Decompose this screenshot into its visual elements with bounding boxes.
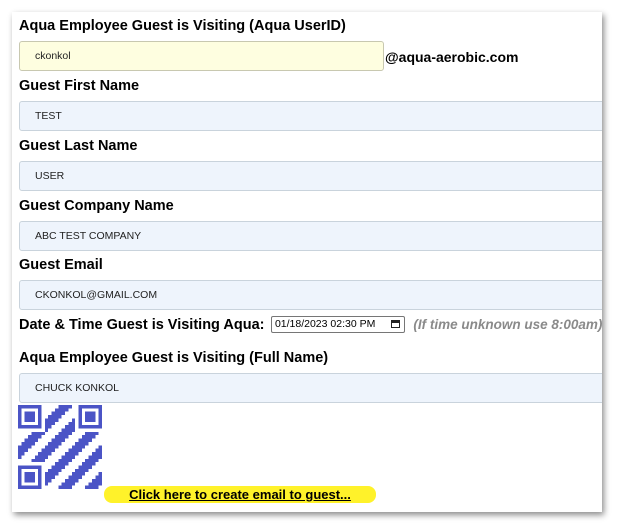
calendar-icon[interactable] [390, 320, 400, 329]
email-input[interactable]: CKONKOL@GMAIL.COM [19, 280, 602, 310]
first-name-label: Guest First Name [19, 78, 140, 94]
company-label: Guest Company Name [19, 198, 174, 214]
guest-visit-form: Aqua Employee Guest is Visiting (Aqua Us… [12, 12, 602, 512]
last-name-input[interactable]: USER [19, 161, 602, 191]
userid-domain: @aqua-aerobic.com [385, 49, 519, 65]
fullname-input[interactable]: CHUCK KONKOL [19, 373, 602, 403]
last-name-label: Guest Last Name [19, 138, 138, 154]
datetime-input[interactable]: 01/18/2023 02:30 PM [270, 316, 405, 334]
userid-input[interactable]: ckonkol [19, 41, 384, 71]
first-name-input[interactable]: TEST [19, 101, 602, 131]
qr-code-icon [18, 405, 102, 489]
datetime-label: Date & Time Guest is Visiting Aqua: [19, 316, 265, 333]
email-label: Guest Email [19, 257, 103, 273]
datetime-hint: (If time unknown use 8:00am) [413, 317, 602, 333]
userid-label: Aqua Employee Guest is Visiting (Aqua Us… [19, 18, 346, 34]
datetime-value: 01/18/2023 02:30 PM [274, 318, 376, 331]
create-email-link[interactable]: Click here to create email to guest... [129, 487, 351, 502]
fullname-label: Aqua Employee Guest is Visiting (Full Na… [19, 350, 329, 366]
email-link-highlight[interactable]: Click here to create email to guest... [104, 486, 376, 503]
datetime-row: Date & Time Guest is Visiting Aqua: 01/1… [19, 316, 602, 336]
company-input[interactable]: ABC TEST COMPANY [19, 221, 602, 251]
